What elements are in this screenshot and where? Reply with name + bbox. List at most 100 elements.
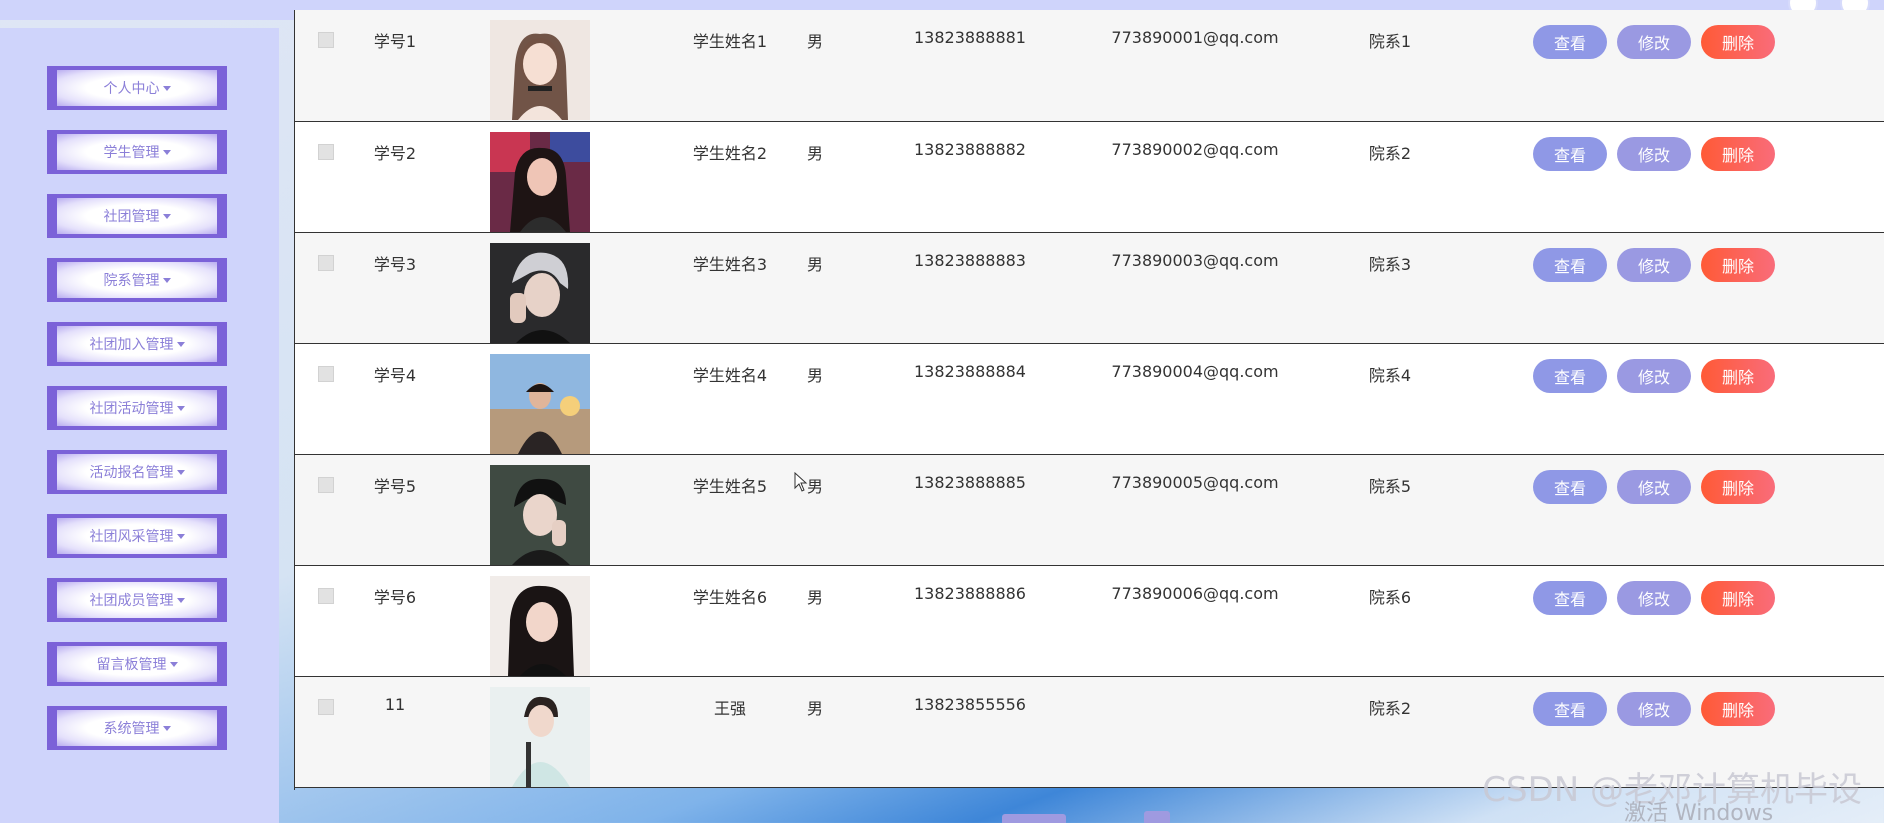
activate-windows-text: 激活 Windows: [1624, 801, 1774, 823]
student-name: 学生姓名1: [692, 32, 768, 51]
caret-down-icon: [176, 597, 185, 603]
student-sex: 男: [806, 144, 823, 163]
edit-button[interactable]: 修改: [1617, 248, 1691, 282]
view-button[interactable]: 查看: [1533, 137, 1607, 171]
sidebar-item-label: 社团管理: [103, 209, 160, 225]
row-checkbox[interactable]: [318, 477, 334, 493]
portrait-image: [490, 354, 590, 454]
table-row: 学号1 学生姓名1 男 13823888881 773890001@qq.com…: [295, 10, 1884, 122]
edit-button[interactable]: 修改: [1617, 25, 1691, 59]
student-email: 773890006@qq.com: [1111, 584, 1279, 603]
student-sex: 男: [806, 32, 823, 51]
delete-button[interactable]: 删除: [1701, 137, 1775, 171]
student-table: 学号1 学生姓名1 男 13823888881 773890001@qq.com…: [294, 10, 1884, 790]
row-checkbox[interactable]: [318, 144, 334, 160]
student-sex: 男: [806, 366, 823, 385]
student-sex: 男: [806, 699, 823, 718]
student-photo: [490, 687, 590, 787]
student-name: 学生姓名5: [692, 477, 768, 496]
student-photo: [490, 132, 590, 232]
portrait-image: [490, 20, 590, 120]
student-id: 学号1: [373, 32, 417, 51]
student-email: 773890004@qq.com: [1111, 362, 1279, 381]
caret-down-icon: [162, 725, 171, 731]
delete-button[interactable]: 删除: [1701, 248, 1775, 282]
row-checkbox[interactable]: [318, 366, 334, 382]
sidebar-item-activity-signup-management[interactable]: 活动报名管理: [47, 450, 227, 494]
mouse-cursor-icon: [794, 472, 808, 492]
student-name: 王强: [713, 699, 746, 718]
caret-down-icon: [176, 469, 185, 475]
student-department: 院系5: [1368, 477, 1412, 496]
row-checkbox[interactable]: [318, 699, 334, 715]
caret-down-icon: [162, 149, 171, 155]
student-id: 学号3: [373, 255, 417, 274]
table-row: 学号2 学生姓名2 男 13823888882 773890002@qq.com…: [295, 122, 1884, 233]
student-name: 学生姓名6: [692, 588, 768, 607]
student-photo: [490, 354, 590, 454]
student-phone: 13823888886: [914, 584, 1026, 603]
delete-button[interactable]: 删除: [1701, 692, 1775, 726]
sidebar-item-club-style-management[interactable]: 社团风采管理: [47, 514, 227, 558]
view-button[interactable]: 查看: [1533, 248, 1607, 282]
sidebar-item-label: 社团风采管理: [89, 529, 174, 545]
student-email: 773890005@qq.com: [1111, 473, 1279, 492]
view-button[interactable]: 查看: [1533, 692, 1607, 726]
sidebar-item-label: 个人中心: [103, 81, 160, 97]
view-button[interactable]: 查看: [1533, 359, 1607, 393]
delete-button[interactable]: 删除: [1701, 359, 1775, 393]
caret-down-icon: [176, 533, 185, 539]
sidebar-item-system-management[interactable]: 系统管理: [47, 706, 227, 750]
student-photo: [490, 20, 590, 120]
table-row: 学号4 学生姓名4 男 13823888884 773890004@qq.com…: [295, 344, 1884, 455]
sidebar-item-club-management[interactable]: 社团管理: [47, 194, 227, 238]
table-row: 学号6 学生姓名6 男 13823888886 773890006@qq.com…: [295, 566, 1884, 677]
student-department: 院系1: [1368, 32, 1412, 51]
sidebar-menu: 个人中心 学生管理 社团管理 院系管理 社团加入管理 社团活动管理 活动报名管理…: [0, 28, 279, 823]
student-department: 院系2: [1368, 144, 1412, 163]
table-row: 学号3 学生姓名3 男 13823888883 773890003@qq.com…: [295, 233, 1884, 344]
student-photo: [490, 465, 590, 565]
sidebar-item-personal-center[interactable]: 个人中心: [47, 66, 227, 110]
sidebar-item-club-member-management[interactable]: 社团成员管理: [47, 578, 227, 622]
student-photo: [490, 243, 590, 343]
sidebar-item-label: 社团活动管理: [89, 401, 174, 417]
student-phone: 13823888882: [914, 140, 1026, 159]
student-email: 773890001@qq.com: [1111, 28, 1279, 47]
view-button[interactable]: 查看: [1533, 25, 1607, 59]
view-button[interactable]: 查看: [1533, 470, 1607, 504]
delete-button[interactable]: 删除: [1701, 470, 1775, 504]
sidebar-item-department-management[interactable]: 院系管理: [47, 258, 227, 302]
sidebar-item-message-board-management[interactable]: 留言板管理: [47, 642, 227, 686]
delete-button[interactable]: 删除: [1701, 25, 1775, 59]
student-phone: 13823888885: [914, 473, 1026, 492]
student-id: 学号5: [373, 477, 417, 496]
student-email: 773890002@qq.com: [1111, 140, 1279, 159]
row-checkbox[interactable]: [318, 588, 334, 604]
sidebar-item-club-join-management[interactable]: 社团加入管理: [47, 322, 227, 366]
row-checkbox[interactable]: [318, 32, 334, 48]
student-phone: 13823855556: [914, 695, 1026, 714]
sidebar-item-student-management[interactable]: 学生管理: [47, 130, 227, 174]
view-button[interactable]: 查看: [1533, 581, 1607, 615]
edit-button[interactable]: 修改: [1617, 692, 1691, 726]
pagination-button[interactable]: [1144, 811, 1170, 823]
sidebar-item-club-activity-management[interactable]: 社团活动管理: [47, 386, 227, 430]
caret-down-icon: [176, 341, 185, 347]
student-id: 学号2: [373, 144, 417, 163]
caret-down-icon: [162, 85, 171, 91]
delete-button[interactable]: 删除: [1701, 581, 1775, 615]
row-checkbox[interactable]: [318, 255, 334, 271]
student-department: 院系6: [1368, 588, 1412, 607]
sidebar-item-label: 院系管理: [103, 273, 160, 289]
student-name: 学生姓名3: [692, 255, 768, 274]
pagination-bar[interactable]: [1002, 814, 1066, 823]
sidebar-item-label: 活动报名管理: [89, 465, 174, 481]
student-department: 院系2: [1368, 699, 1412, 718]
portrait-image: [490, 132, 590, 232]
table-row: 学号5 学生姓名5 男 13823888885 773890005@qq.com…: [295, 455, 1884, 566]
edit-button[interactable]: 修改: [1617, 470, 1691, 504]
edit-button[interactable]: 修改: [1617, 359, 1691, 393]
edit-button[interactable]: 修改: [1617, 137, 1691, 171]
edit-button[interactable]: 修改: [1617, 581, 1691, 615]
